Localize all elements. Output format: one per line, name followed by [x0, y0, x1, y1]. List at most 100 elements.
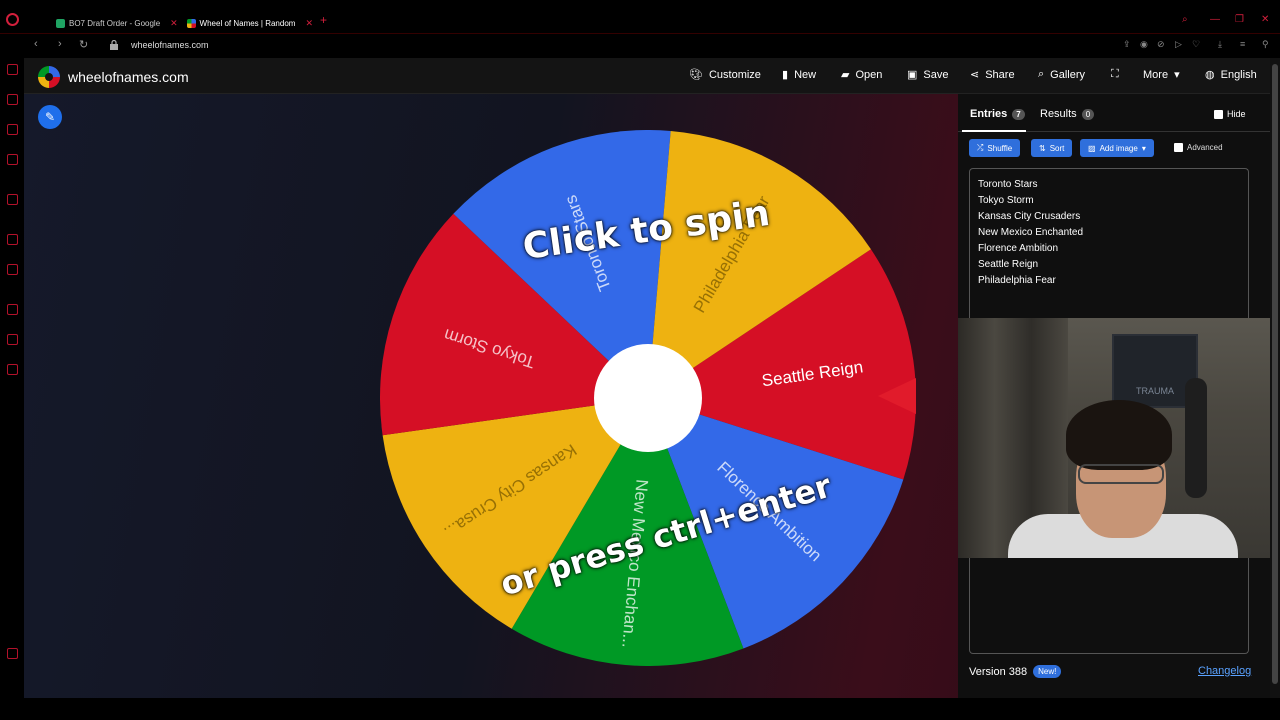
- search-icon: ⌕: [1038, 68, 1045, 80]
- browser-logo-icon: [6, 13, 19, 26]
- download-icon[interactable]: ⤓: [1218, 39, 1222, 50]
- sidebar-aria-icon[interactable]: [7, 194, 18, 205]
- maximize-icon[interactable]: ❐: [1235, 14, 1244, 25]
- fullscreen-icon: ⛶: [1111, 68, 1119, 80]
- new-label: New: [794, 68, 817, 81]
- fullscreen-button[interactable]: ⛶: [1111, 68, 1119, 81]
- sidebar-cube-icon[interactable]: [7, 334, 18, 345]
- close-window-icon[interactable]: ✕: [1261, 14, 1269, 25]
- pencil-icon: ✎: [44, 110, 56, 124]
- hide-checkbox[interactable]: [1214, 109, 1223, 119]
- shuffle-button[interactable]: ⤮ Shuffle: [969, 139, 1021, 157]
- browser-sidebar: [0, 58, 24, 698]
- poster-text: TRAUMA: [1136, 386, 1174, 396]
- save-label: Save: [923, 68, 949, 81]
- language-button[interactable]: ◍ English: [1205, 68, 1257, 82]
- reload-icon[interactable]: ↻: [79, 38, 88, 51]
- scrollbar-thumb[interactable]: [1272, 64, 1278, 684]
- camera-icon[interactable]: ◉: [1140, 39, 1148, 50]
- entries-textarea-lower[interactable]: [969, 556, 1249, 654]
- entries-textarea[interactable]: Toronto Stars Tokyo Storm Kansas City Cr…: [969, 168, 1249, 318]
- wheel-center[interactable]: [594, 344, 702, 452]
- share-button[interactable]: ⋖ Share: [970, 68, 1015, 82]
- version-info: Version 388 New!: [969, 665, 1062, 678]
- entry-line: New Mexico Enchanted: [978, 227, 1084, 238]
- new-button[interactable]: ▮ New: [782, 68, 817, 82]
- shuffle-icon: ⤮: [977, 143, 984, 152]
- new-tab-icon[interactable]: +: [320, 13, 327, 27]
- tab-results[interactable]: Results 0: [1040, 108, 1095, 120]
- save-icon: ▣: [907, 69, 918, 81]
- site-logo[interactable]: wheelofnames.com: [38, 66, 189, 88]
- changelog-link[interactable]: Changelog: [1198, 665, 1251, 677]
- sheets-icon: [56, 18, 65, 28]
- advanced-toggle[interactable]: Advanced: [1174, 143, 1223, 152]
- entries-count-badge: 7: [1012, 108, 1025, 120]
- panel-tabs: Entries 7 Results 0 Hide: [958, 102, 1270, 132]
- entry-line: Florence Ambition: [978, 243, 1059, 254]
- block-icon[interactable]: ⊘: [1157, 39, 1165, 50]
- entry-line: Kansas City Crusaders: [978, 211, 1081, 222]
- sidebar-send-icon[interactable]: [7, 264, 18, 275]
- browser-tab-draft-order[interactable]: BO7 Draft Order - Google ✕: [56, 15, 178, 31]
- sidebar-layout-icon[interactable]: [7, 648, 18, 659]
- webcam-person-hair: [1066, 400, 1172, 470]
- wheel-logo-icon: [38, 66, 60, 88]
- entry-line: Toronto Stars: [978, 179, 1038, 190]
- webcam-person-glasses: [1078, 464, 1164, 484]
- address-bar: ‹ › ↻ wheelofnames.com ⇪ ◉ ⊘ ▷ ♡ ⤓ ≡ ⚲: [0, 35, 1280, 57]
- sort-icon: ⇅: [1039, 143, 1046, 153]
- customize-button[interactable]: 🎨︎ Customize: [689, 68, 761, 82]
- close-icon[interactable]: ✕: [305, 18, 313, 29]
- search-icon[interactable]: ⌕: [1182, 14, 1188, 25]
- back-icon[interactable]: ‹: [34, 38, 38, 50]
- gallery-label: Gallery: [1050, 68, 1086, 81]
- chevron-down-icon: ▾: [1174, 69, 1180, 81]
- webcam-headset: [1185, 378, 1207, 498]
- advanced-checkbox[interactable]: [1174, 143, 1183, 152]
- share-page-icon[interactable]: ⇪: [1123, 39, 1131, 50]
- lock-icon: [110, 40, 118, 50]
- open-button[interactable]: ▰ Open: [841, 68, 882, 82]
- forward-icon[interactable]: ›: [58, 38, 62, 50]
- hide-toggle[interactable]: Hide: [1214, 109, 1246, 119]
- sidebar-history-icon[interactable]: [7, 304, 18, 315]
- entry-line: Tokyo Storm: [978, 195, 1034, 206]
- advanced-label: Advanced: [1187, 143, 1223, 152]
- edit-wheel-button[interactable]: ✎: [38, 105, 62, 129]
- chevron-down-icon: ▾: [1141, 143, 1146, 153]
- tab-title: Wheel of Names | Random: [199, 18, 296, 28]
- site-name: wheelofnames.com: [68, 69, 189, 85]
- tab-entries[interactable]: Entries 7: [970, 108, 1025, 120]
- entry-line: Philadelphia Fear: [978, 275, 1056, 286]
- close-icon[interactable]: ✕: [170, 18, 178, 29]
- file-icon: ▮: [782, 69, 789, 81]
- version-label: Version 388: [969, 665, 1028, 678]
- menu-icon[interactable]: ≡: [1240, 39, 1245, 49]
- sort-button[interactable]: ⇅ Sort: [1031, 139, 1073, 157]
- sidebar-settings-icon[interactable]: [7, 364, 18, 375]
- shuffle-label: Shuffle: [987, 143, 1013, 153]
- save-button[interactable]: ▣ Save: [907, 68, 949, 82]
- page-scrollbar[interactable]: [1270, 58, 1280, 698]
- sidebar-bag-icon[interactable]: [7, 94, 18, 105]
- image-icon: ▨: [1088, 143, 1096, 153]
- minimize-icon[interactable]: —: [1210, 14, 1220, 25]
- sidebar-twitch-icon[interactable]: [7, 124, 18, 135]
- new-badge: New!: [1033, 665, 1062, 678]
- browser-tab-wheel-of-names[interactable]: Wheel of Names | Random ✕: [187, 15, 313, 31]
- url-field[interactable]: wheelofnames.com: [131, 40, 209, 50]
- wheel-pointer: [878, 378, 916, 414]
- webcam-overlay: TRAUMA: [958, 318, 1280, 558]
- entry-line: Seattle Reign: [978, 259, 1039, 270]
- tab-title: BO7 Draft Order - Google: [69, 18, 161, 28]
- sidebar-player-icon[interactable]: [7, 234, 18, 245]
- profile-icon[interactable]: ⚲: [1262, 39, 1269, 50]
- add-image-button[interactable]: ▨ Add image ▾: [1080, 139, 1154, 157]
- more-button[interactable]: More ▾: [1143, 68, 1180, 82]
- gallery-button[interactable]: ⌕ Gallery: [1038, 68, 1085, 81]
- sidebar-messages-icon[interactable]: [7, 154, 18, 165]
- heart-icon[interactable]: ♡: [1192, 39, 1200, 50]
- play-icon[interactable]: ▷: [1175, 39, 1182, 50]
- sidebar-home-icon[interactable]: [7, 64, 18, 75]
